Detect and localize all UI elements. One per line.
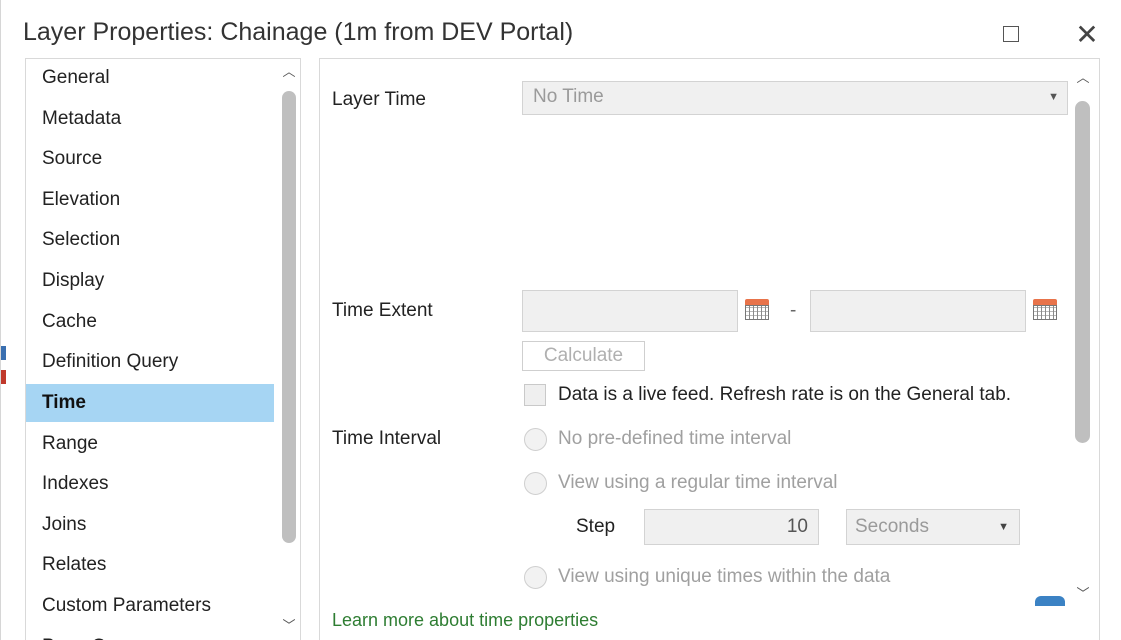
nav-item-cache[interactable]: Cache [26, 303, 274, 341]
dropdown-arrow-icon: ▼ [998, 521, 1009, 533]
layer-time-label: Layer Time [332, 89, 426, 110]
maximize-button[interactable] [991, 14, 1031, 54]
close-button[interactable]: ✕ [1067, 14, 1107, 54]
start-time-field[interactable] [522, 290, 738, 332]
maximize-icon [1003, 26, 1019, 42]
nav-item-joins[interactable]: Joins [26, 506, 274, 544]
help-icon[interactable] [1035, 596, 1065, 606]
layer-time-value: No Time [533, 86, 604, 107]
end-calendar-icon[interactable] [1032, 297, 1058, 321]
live-feed-label: Data is a live feed. Refresh rate is on … [558, 384, 1012, 405]
nav-item-elevation[interactable]: Elevation [26, 181, 274, 219]
nav-item-time[interactable]: Time [26, 384, 274, 422]
radio-unique-times[interactable] [524, 566, 547, 589]
time-extent-label: Time Extent [332, 300, 433, 321]
scroll-up-icon[interactable]: ︿ [1070, 67, 1096, 89]
nav-scroll-thumb[interactable] [282, 91, 296, 543]
layer-properties-dialog: Layer Properties: Chainage (1m from DEV … [0, 0, 1121, 640]
nav-item-source[interactable]: Source [26, 140, 274, 178]
radio-regular-interval[interactable] [524, 472, 547, 495]
title-bar[interactable]: Layer Properties: Chainage (1m from DEV … [1, 0, 1121, 66]
radio-no-interval[interactable] [524, 428, 547, 451]
dropdown-arrow-icon: ▼ [1048, 91, 1059, 103]
nav-item-range[interactable]: Range [26, 425, 274, 463]
extent-separator: - [790, 300, 797, 321]
content-scroll-thumb[interactable] [1075, 101, 1090, 443]
learn-more-link[interactable]: Learn more about time properties [332, 610, 598, 631]
nav-item-custom-parameters[interactable]: Custom Parameters [26, 587, 274, 625]
step-input[interactable]: 10 [644, 509, 819, 545]
time-interval-label: Time Interval [332, 428, 442, 449]
layer-time-dropdown[interactable]: No Time ▼ [522, 81, 1068, 115]
nav-item-display[interactable]: Display [26, 262, 274, 300]
nav-item-metadata[interactable]: Metadata [26, 100, 274, 138]
option-unique-times: View using unique times within the data [558, 566, 891, 587]
nav-item-indexes[interactable]: Indexes [26, 465, 274, 503]
nav-item-relates[interactable]: Relates [26, 546, 274, 584]
nav-item-general[interactable]: General [26, 59, 274, 97]
option-no-interval: No pre-defined time interval [558, 428, 792, 449]
time-settings-panel: Layer Time No Time ▼ Time Extent - Calcu… [319, 58, 1100, 640]
step-label: Step [576, 516, 616, 537]
nav-item-selection[interactable]: Selection [26, 221, 274, 259]
scroll-up-icon[interactable]: ︿ [277, 61, 300, 83]
end-time-field[interactable] [810, 290, 1026, 332]
nav-item-page-query[interactable]: Page Query [26, 628, 274, 640]
side-indicator [1, 346, 6, 386]
dialog-title: Layer Properties: Chainage (1m from DEV … [23, 18, 574, 46]
nav-scrollbar[interactable]: ︿ ﹀ [277, 59, 300, 640]
scroll-down-icon[interactable]: ﹀ [277, 615, 300, 637]
nav-item-definition-query[interactable]: Definition Query [26, 343, 274, 381]
calculate-button[interactable]: Calculate [522, 341, 645, 371]
properties-nav-list: General Metadata Source Elevation Select… [25, 58, 301, 640]
close-icon: ✕ [1075, 18, 1099, 50]
option-regular-interval: View using a regular time interval [558, 472, 838, 493]
content-scrollbar[interactable]: ︿ ﹀ [1070, 67, 1096, 607]
scroll-down-icon[interactable]: ﹀ [1070, 583, 1096, 605]
step-unit-value: Seconds [855, 516, 929, 537]
start-calendar-icon[interactable] [744, 297, 770, 321]
step-unit-dropdown[interactable]: Seconds ▼ [846, 509, 1020, 545]
live-feed-checkbox[interactable] [524, 384, 546, 406]
